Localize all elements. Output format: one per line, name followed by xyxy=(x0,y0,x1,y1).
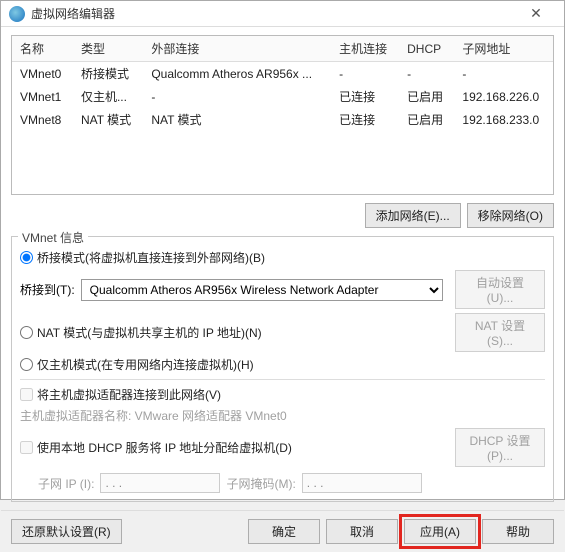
cell-host: 已连接 xyxy=(331,108,399,131)
network-table: 名称 类型 外部连接 主机连接 DHCP 子网地址 VMnet0桥接模式Qual… xyxy=(11,35,554,195)
vmnet-info-title: VMnet 信息 xyxy=(18,229,88,246)
col-type[interactable]: 类型 xyxy=(73,36,143,62)
dialog-footer: 还原默认设置(R) 确定 取消 应用(A) 帮助 xyxy=(1,510,564,552)
virtual-network-editor-dialog: 虚拟网络编辑器 ✕ 名称 类型 外部连接 主机连接 DHCP 子网地址 VMne… xyxy=(0,0,565,500)
cell-name: VMnet8 xyxy=(12,108,73,131)
nat-mode-label: NAT 模式(与虚拟机共享主机的 IP 地址)(N) xyxy=(37,324,262,341)
connect-host-adapter-label: 将主机虚拟适配器连接到此网络(V) xyxy=(37,386,221,403)
subnet-mask-label: 子网掩码(M): xyxy=(226,475,295,492)
col-subnet[interactable]: 子网地址 xyxy=(454,36,553,62)
cell-name: VMnet1 xyxy=(12,85,73,108)
bridge-to-label: 桥接到(T): xyxy=(20,281,75,298)
subnet-mask-input xyxy=(302,473,422,493)
hostonly-mode-label: 仅主机模式(在专用网络内连接虚拟机)(H) xyxy=(37,356,254,373)
hostonly-mode-radio-input[interactable] xyxy=(20,358,33,371)
table-row[interactable]: VMnet1仅主机...-已连接已启用192.168.226.0 xyxy=(12,85,553,108)
titlebar: 虚拟网络编辑器 ✕ xyxy=(1,1,564,27)
cell-subnet: 192.168.233.0 xyxy=(454,108,553,131)
cell-dhcp: - xyxy=(399,62,454,86)
remove-network-button[interactable]: 移除网络(O) xyxy=(467,203,554,228)
cell-type: 桥接模式 xyxy=(73,62,143,86)
dhcp-service-label: 使用本地 DHCP 服务将 IP 地址分配给虚拟机(D) xyxy=(37,439,292,456)
help-button[interactable]: 帮助 xyxy=(482,519,554,544)
cell-host: - xyxy=(331,62,399,86)
close-icon[interactable]: ✕ xyxy=(516,5,556,22)
cell-ext: Qualcomm Atheros AR956x ... xyxy=(143,62,331,86)
network-actions: 添加网络(E)... 移除网络(O) xyxy=(11,195,554,234)
subnet-ip-label: 子网 IP (I): xyxy=(38,475,94,492)
connect-host-adapter-checkbox: 将主机虚拟适配器连接到此网络(V) xyxy=(20,386,221,403)
subnet-ip-input xyxy=(100,473,220,493)
cell-type: 仅主机... xyxy=(73,85,143,108)
nat-mode-radio[interactable]: NAT 模式(与虚拟机共享主机的 IP 地址)(N) xyxy=(20,324,262,341)
ok-button[interactable]: 确定 xyxy=(248,519,320,544)
table-row[interactable]: VMnet0桥接模式Qualcomm Atheros AR956x ...--- xyxy=(12,62,553,86)
dhcp-settings-button: DHCP 设置(P)... xyxy=(455,428,545,467)
cell-name: VMnet0 xyxy=(12,62,73,86)
bridge-mode-label: 桥接模式(将虚拟机直接连接到外部网络)(B) xyxy=(37,249,265,266)
dhcp-service-checkbox: 使用本地 DHCP 服务将 IP 地址分配给虚拟机(D) xyxy=(20,439,292,456)
hostonly-mode-radio[interactable]: 仅主机模式(在专用网络内连接虚拟机)(H) xyxy=(20,356,254,373)
nat-mode-radio-input[interactable] xyxy=(20,326,33,339)
cell-ext: - xyxy=(143,85,331,108)
nat-settings-button: NAT 设置(S)... xyxy=(455,313,545,352)
cell-ext: NAT 模式 xyxy=(143,108,331,131)
host-adapter-name-label: 主机虚拟适配器名称: VMware 网络适配器 VMnet0 xyxy=(20,407,287,424)
table-header-row: 名称 类型 外部连接 主机连接 DHCP 子网地址 xyxy=(12,36,553,62)
restore-defaults-button[interactable]: 还原默认设置(R) xyxy=(11,519,122,544)
col-name[interactable]: 名称 xyxy=(12,36,73,62)
cell-dhcp: 已启用 xyxy=(399,85,454,108)
cell-subnet: 192.168.226.0 xyxy=(454,85,553,108)
bridge-mode-radio[interactable]: 桥接模式(将虚拟机直接连接到外部网络)(B) xyxy=(20,249,265,266)
dialog-content: 名称 类型 外部连接 主机连接 DHCP 子网地址 VMnet0桥接模式Qual… xyxy=(1,27,564,510)
col-ext[interactable]: 外部连接 xyxy=(143,36,331,62)
col-host[interactable]: 主机连接 xyxy=(331,36,399,62)
add-network-button[interactable]: 添加网络(E)... xyxy=(365,203,461,228)
connect-host-adapter-input xyxy=(20,388,33,401)
cell-type: NAT 模式 xyxy=(73,108,143,131)
cell-host: 已连接 xyxy=(331,85,399,108)
bridge-adapter-select[interactable]: Qualcomm Atheros AR956x Wireless Network… xyxy=(81,279,443,301)
apply-button[interactable]: 应用(A) xyxy=(404,519,476,544)
cancel-button[interactable]: 取消 xyxy=(326,519,398,544)
auto-settings-button: 自动设置(U)... xyxy=(455,270,545,309)
app-icon xyxy=(9,6,25,22)
cell-dhcp: 已启用 xyxy=(399,108,454,131)
vmnet-info-group: VMnet 信息 桥接模式(将虚拟机直接连接到外部网络)(B) 桥接到(T): … xyxy=(11,236,554,502)
cell-subnet: - xyxy=(454,62,553,86)
window-title: 虚拟网络编辑器 xyxy=(31,5,516,22)
dhcp-service-input xyxy=(20,441,33,454)
bridge-mode-radio-input[interactable] xyxy=(20,251,33,264)
table-row[interactable]: VMnet8NAT 模式NAT 模式已连接已启用192.168.233.0 xyxy=(12,108,553,131)
col-dhcp[interactable]: DHCP xyxy=(399,36,454,62)
separator xyxy=(20,379,545,380)
